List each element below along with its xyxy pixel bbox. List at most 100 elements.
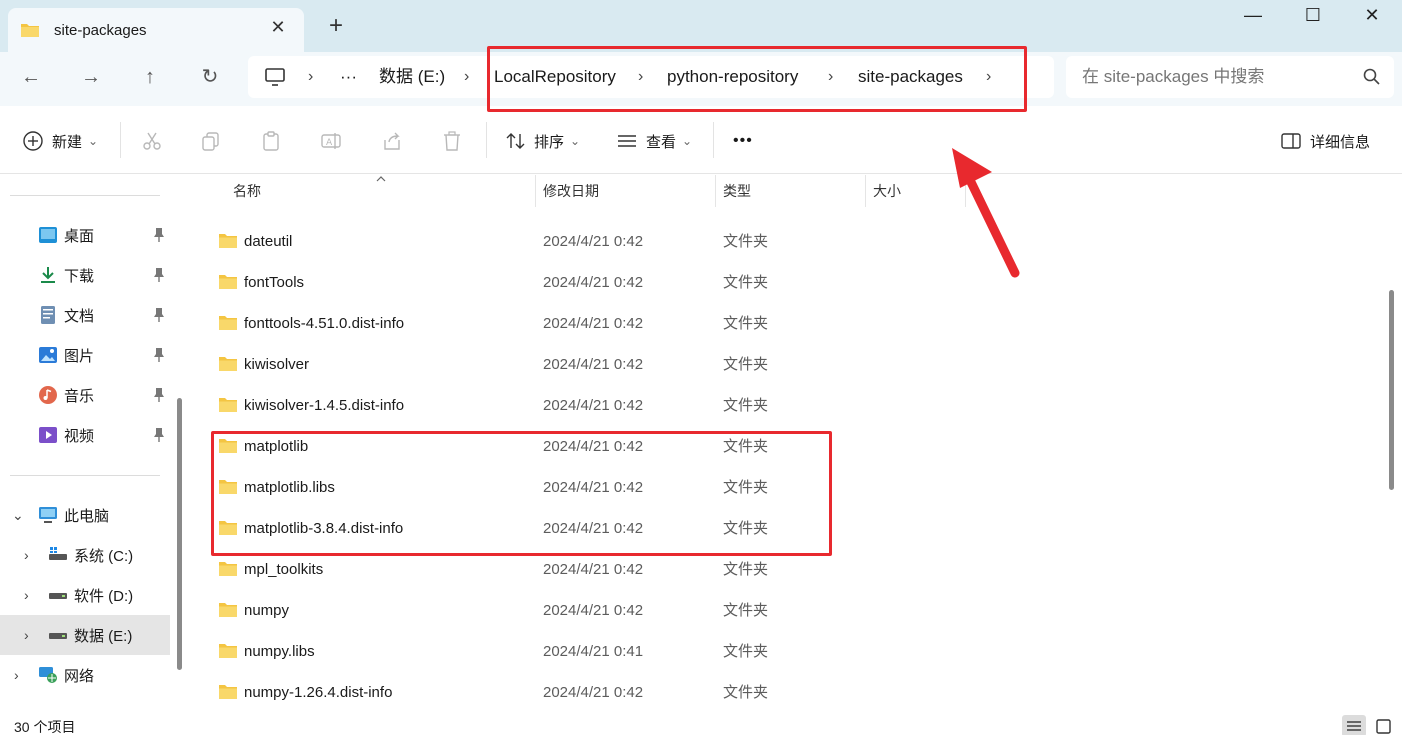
column-divider[interactable] (865, 175, 866, 207)
file-row[interactable]: matplotlib.libs 2024/4/21 0:42 文件夹 (192, 467, 1372, 508)
monitor-icon[interactable] (264, 67, 286, 87)
column-divider[interactable] (715, 175, 716, 207)
expand-chevron-icon[interactable]: › (14, 667, 19, 683)
sidebar-item-downloads[interactable]: 下载 (0, 255, 170, 295)
close-window-button[interactable]: ✕ (1349, 0, 1395, 32)
details-view-button[interactable] (1342, 715, 1366, 735)
file-type: 文件夹 (723, 684, 769, 701)
paste-icon[interactable] (260, 130, 282, 152)
sidebar-item-network[interactable]: › 网络 (0, 655, 170, 695)
file-list-scrollbar[interactable] (1389, 290, 1394, 490)
pin-icon[interactable] (152, 427, 166, 443)
sidebar-item-drive-c[interactable]: › 系统 (C:) (0, 535, 170, 575)
column-divider[interactable] (535, 175, 536, 207)
file-row[interactable]: numpy 2024/4/21 0:42 文件夹 (192, 590, 1372, 631)
tiles-view-button[interactable] (1372, 715, 1396, 735)
pin-icon[interactable] (152, 387, 166, 403)
file-row[interactable]: kiwisolver 2024/4/21 0:42 文件夹 (192, 344, 1372, 385)
search-icon[interactable] (1362, 67, 1382, 87)
file-name[interactable]: matplotlib.libs (244, 467, 335, 508)
sidebar-item-drive-e[interactable]: › 数据 (E:) (0, 615, 170, 655)
file-name[interactable]: kiwisolver (244, 344, 309, 385)
breadcrumb-drive-e[interactable]: 数据 (E:) (379, 56, 445, 98)
file-name[interactable]: numpy-1.26.4.dist-info (244, 672, 392, 713)
expand-chevron-icon[interactable]: › (24, 627, 29, 643)
sidebar-item-music[interactable]: 音乐 (0, 375, 170, 415)
file-name[interactable]: matplotlib (244, 426, 308, 467)
collapse-chevron-icon[interactable]: ⌄ (12, 507, 24, 524)
file-name[interactable]: mpl_toolkits (244, 549, 323, 590)
file-row[interactable]: fonttools-4.51.0.dist-info 2024/4/21 0:42… (192, 303, 1372, 344)
new-button[interactable]: 新建 ⌄ (52, 126, 98, 156)
view-button[interactable]: 查看 ⌄ (646, 126, 692, 156)
search-input[interactable]: 在 site-packages 中搜索 (1082, 56, 1264, 98)
breadcrumb-localrepository[interactable]: LocalRepository (494, 56, 616, 98)
breadcrumb-python-repository[interactable]: python-repository (667, 56, 798, 98)
file-name[interactable]: dateutil (244, 221, 292, 262)
new-tab-button[interactable]: + (324, 14, 348, 38)
forward-button[interactable]: → (74, 62, 108, 92)
document-icon (41, 306, 55, 324)
breadcrumb-separator[interactable]: › (986, 56, 991, 98)
sidebar-item-label: 文档 (64, 307, 95, 325)
copy-icon[interactable] (200, 130, 222, 152)
search-box[interactable]: 在 site-packages 中搜索 (1066, 56, 1394, 98)
file-row[interactable]: numpy-1.26.4.dist-info 2024/4/21 0:42 文件夹 (192, 672, 1372, 713)
sidebar-item-drive-d[interactable]: › 软件 (D:) (0, 575, 170, 615)
close-tab-button[interactable]: ✕ (266, 17, 290, 38)
sidebar-item-pictures[interactable]: 图片 (0, 335, 170, 375)
sidebar-item-videos[interactable]: 视频 (0, 415, 170, 455)
more-options-button[interactable]: ••• (733, 126, 753, 156)
file-name[interactable]: matplotlib-3.8.4.dist-info (244, 508, 403, 549)
file-name[interactable]: fontTools (244, 262, 304, 303)
tab-site-packages[interactable]: site-packages ✕ (8, 8, 304, 52)
address-bar[interactable]: › ··· 数据 (E:) › LocalRepository › python… (248, 56, 1054, 98)
file-row[interactable]: mpl_toolkits 2024/4/21 0:42 文件夹 (192, 549, 1372, 590)
breadcrumb-site-packages[interactable]: site-packages (858, 56, 963, 98)
list-view-icon (1347, 721, 1361, 731)
column-header-modified[interactable]: 修改日期 (543, 181, 599, 201)
sidebar-item-this-pc[interactable]: ⌄ 此电脑 (0, 495, 170, 535)
expand-chevron-icon[interactable]: › (24, 547, 29, 563)
sidebar-item-desktop[interactable]: 桌面 (0, 215, 170, 255)
cut-icon[interactable] (141, 130, 163, 152)
column-divider[interactable] (965, 175, 966, 207)
rename-icon[interactable]: A (320, 130, 342, 152)
column-header-name[interactable]: 名称 (233, 181, 261, 201)
pin-icon[interactable] (152, 267, 166, 283)
file-name[interactable]: numpy.libs (244, 631, 315, 672)
file-row[interactable]: dateutil 2024/4/21 0:42 文件夹 (192, 221, 1372, 262)
sort-button[interactable]: 排序 ⌄ (534, 126, 580, 156)
breadcrumb-separator[interactable]: › (464, 56, 469, 98)
minimize-button[interactable]: — (1230, 0, 1276, 32)
pin-icon[interactable] (152, 307, 166, 323)
back-button[interactable]: ← (14, 62, 48, 92)
column-header-size[interactable]: 大小 (873, 181, 901, 201)
file-row[interactable]: numpy.libs 2024/4/21 0:41 文件夹 (192, 631, 1372, 672)
file-row[interactable]: matplotlib 2024/4/21 0:42 文件夹 (192, 426, 1372, 467)
file-row[interactable]: kiwisolver-1.4.5.dist-info 2024/4/21 0:42… (192, 385, 1372, 426)
pin-icon[interactable] (152, 347, 166, 363)
sidebar-item-documents[interactable]: 文档 (0, 295, 170, 335)
breadcrumb-separator[interactable]: › (308, 56, 313, 98)
file-row[interactable]: fontTools 2024/4/21 0:42 文件夹 (192, 262, 1372, 303)
up-button[interactable]: ↑ (133, 62, 167, 92)
file-name[interactable]: numpy (244, 590, 289, 631)
breadcrumb-separator[interactable]: › (828, 56, 833, 98)
share-icon[interactable] (381, 130, 403, 152)
pin-icon[interactable] (152, 227, 166, 243)
delete-icon[interactable] (441, 130, 463, 152)
file-modified: 2024/4/21 0:42 (543, 397, 644, 414)
details-button[interactable]: 详细信息 (1310, 126, 1370, 156)
refresh-button[interactable]: ↻ (193, 62, 227, 92)
column-header-type[interactable]: 类型 (723, 181, 751, 201)
breadcrumb-separator[interactable]: › (638, 56, 643, 98)
file-name[interactable]: kiwisolver-1.4.5.dist-info (244, 385, 404, 426)
expand-chevron-icon[interactable]: › (24, 587, 29, 603)
maximize-button[interactable]: ☐ (1290, 0, 1336, 32)
breadcrumb-more[interactable]: ··· (340, 56, 357, 98)
file-modified: 2024/4/21 0:42 (543, 274, 644, 291)
file-row[interactable]: matplotlib-3.8.4.dist-info 2024/4/21 0:42… (192, 508, 1372, 549)
file-name[interactable]: fonttools-4.51.0.dist-info (244, 303, 404, 344)
sidebar-scrollbar[interactable] (177, 398, 182, 670)
